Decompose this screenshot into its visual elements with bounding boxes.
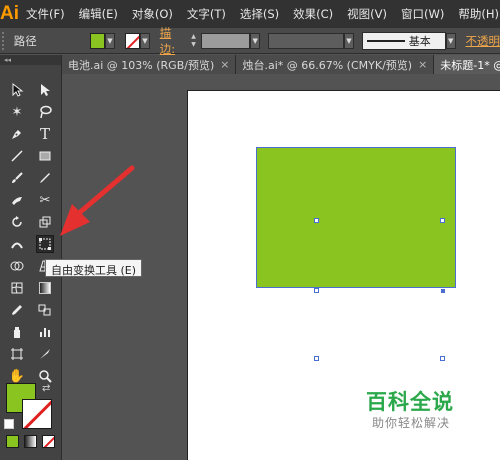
watermark-subtitle: 助你轻松解决 <box>372 416 451 430</box>
line-segment-icon[interactable] <box>8 147 26 165</box>
panel-collapse-icon[interactable]: ◂◂ <box>0 55 61 65</box>
menu-window[interactable]: 窗口(W) <box>394 6 451 22</box>
rotate-icon[interactable] <box>8 213 26 231</box>
chevron-down-icon[interactable]: ▼ <box>140 32 150 49</box>
shape-builder-icon[interactable] <box>8 257 26 275</box>
tab-document-2[interactable]: 烛台.ai* @ 66.67% (CMYK/预览) × <box>236 55 435 74</box>
stroke-color-box[interactable] <box>22 399 52 429</box>
tools-panel: ◂◂ ✶ T ✂ ✋ ⇄ <box>0 55 62 460</box>
tab-document-1[interactable]: 电池.ai @ 103% (RGB/预览) × <box>62 55 237 74</box>
stroke-color-swatch[interactable] <box>124 32 141 49</box>
bounding-box-handle[interactable] <box>440 218 445 223</box>
chevron-down-icon[interactable]: ▼ <box>250 32 260 49</box>
tool-row <box>8 345 54 363</box>
opacity-label-link[interactable]: 不透明 <box>466 33 500 49</box>
rectangle-icon[interactable] <box>36 147 54 165</box>
color-mode-icon[interactable] <box>6 435 19 448</box>
gradient-mode-icon[interactable] <box>24 435 37 448</box>
fill-color-swatch[interactable] <box>89 32 106 49</box>
center-point <box>441 289 445 293</box>
chevron-down-icon[interactable]: ▼ <box>105 32 115 49</box>
tab-document-3[interactable]: 未标题-1* @ 9 <box>434 55 500 74</box>
scale-icon[interactable] <box>36 213 54 231</box>
blend-icon[interactable] <box>36 301 54 319</box>
menu-bar: Ai 文件(F) 编辑(E) 对象(O) 文字(T) 选择(S) 效果(C) 视… <box>0 0 500 28</box>
tool-tooltip: 自由变换工具 (E) <box>45 259 143 277</box>
bounding-box-handle[interactable] <box>314 356 319 361</box>
close-icon[interactable]: × <box>220 58 229 71</box>
gradient-icon[interactable] <box>36 279 54 297</box>
stroke-line-preview <box>366 39 405 42</box>
tool-row <box>8 147 54 165</box>
width-tool-icon[interactable] <box>8 235 26 253</box>
tool-row <box>8 81 54 99</box>
menu-type[interactable]: 文字(T) <box>180 6 233 22</box>
symbol-sprayer-icon[interactable] <box>8 323 26 341</box>
tool-row <box>8 235 54 253</box>
brush-definition-dropdown[interactable]: 基本 <box>361 31 446 50</box>
eyedropper-icon[interactable] <box>8 301 26 319</box>
tool-row <box>8 279 54 297</box>
tool-row <box>8 213 54 231</box>
selection-type-label: 路径 <box>13 33 37 48</box>
swap-fill-stroke-icon[interactable]: ⇄ <box>42 383 50 394</box>
tool-row <box>8 301 54 319</box>
bounding-box-handle[interactable] <box>314 288 319 293</box>
document-tabs: 电池.ai @ 103% (RGB/预览) × 烛台.ai* @ 66.67% … <box>62 55 500 74</box>
tool-row: T <box>8 125 54 143</box>
slice-icon[interactable] <box>36 345 54 363</box>
none-mode-icon[interactable] <box>42 435 55 448</box>
variable-width-profile[interactable] <box>267 32 345 49</box>
brush-definition-label: 基本 <box>408 34 431 48</box>
bounding-box-handle[interactable] <box>314 218 319 223</box>
pen-icon[interactable] <box>8 125 26 143</box>
direct-selection-icon[interactable] <box>36 81 54 99</box>
menu-select[interactable]: 选择(S) <box>233 6 286 22</box>
control-bar: 路径 ▼ ▼ 描边: ▲ ▼ ▼ ▼ 基本 ▼ 不透明 <box>0 25 500 57</box>
magic-wand-icon[interactable]: ✶ <box>8 103 26 121</box>
app-logo: Ai <box>0 3 19 24</box>
chevron-down-icon[interactable]: ▼ <box>445 32 456 49</box>
column-graph-icon[interactable] <box>36 323 54 341</box>
tab-label: 电池.ai @ 103% (RGB/预览) <box>68 58 215 72</box>
mesh-icon[interactable] <box>8 279 26 297</box>
menu-file[interactable]: 文件(F) <box>19 6 72 22</box>
stroke-weight-stepper[interactable]: ▲ ▼ <box>191 33 201 49</box>
tab-label: 烛台.ai* @ 66.67% (CMYK/预览) <box>242 58 413 72</box>
menu-effect[interactable]: 效果(C) <box>286 6 340 22</box>
artboard-icon[interactable] <box>8 345 26 363</box>
menu-object[interactable]: 对象(O) <box>125 6 180 22</box>
menu-view[interactable]: 视图(V) <box>340 6 394 22</box>
type-icon[interactable]: T <box>36 125 54 143</box>
close-icon[interactable]: × <box>418 58 427 71</box>
pencil-icon[interactable] <box>36 169 54 187</box>
lasso-icon[interactable] <box>36 103 54 121</box>
bounding-box-handle[interactable] <box>440 356 445 361</box>
panel-grip[interactable] <box>2 31 8 50</box>
tool-row <box>8 323 54 341</box>
tool-row: ✂ <box>8 191 54 209</box>
watermark-title: 百科全说 <box>366 390 454 414</box>
tab-label: 未标题-1* @ 9 <box>440 58 500 72</box>
stroke-label-link[interactable]: 描边: <box>160 25 186 57</box>
menu-edit[interactable]: 编辑(E) <box>72 6 125 22</box>
scissors-icon[interactable]: ✂ <box>36 191 54 209</box>
menu-help[interactable]: 帮助(H) <box>451 6 500 22</box>
selection-arrow-icon[interactable] <box>8 81 26 99</box>
chevron-down-icon[interactable]: ▼ <box>344 32 354 49</box>
stroke-weight-field[interactable] <box>200 32 251 49</box>
blob-brush-icon[interactable] <box>8 191 26 209</box>
selected-rectangle[interactable] <box>256 147 456 288</box>
free-transform-icon[interactable] <box>36 235 54 253</box>
paintbrush-icon[interactable] <box>8 169 26 187</box>
tool-row: ✶ <box>8 103 54 121</box>
color-mode-row <box>6 435 55 448</box>
default-colors-icon[interactable] <box>4 419 14 429</box>
tool-row <box>8 169 54 187</box>
